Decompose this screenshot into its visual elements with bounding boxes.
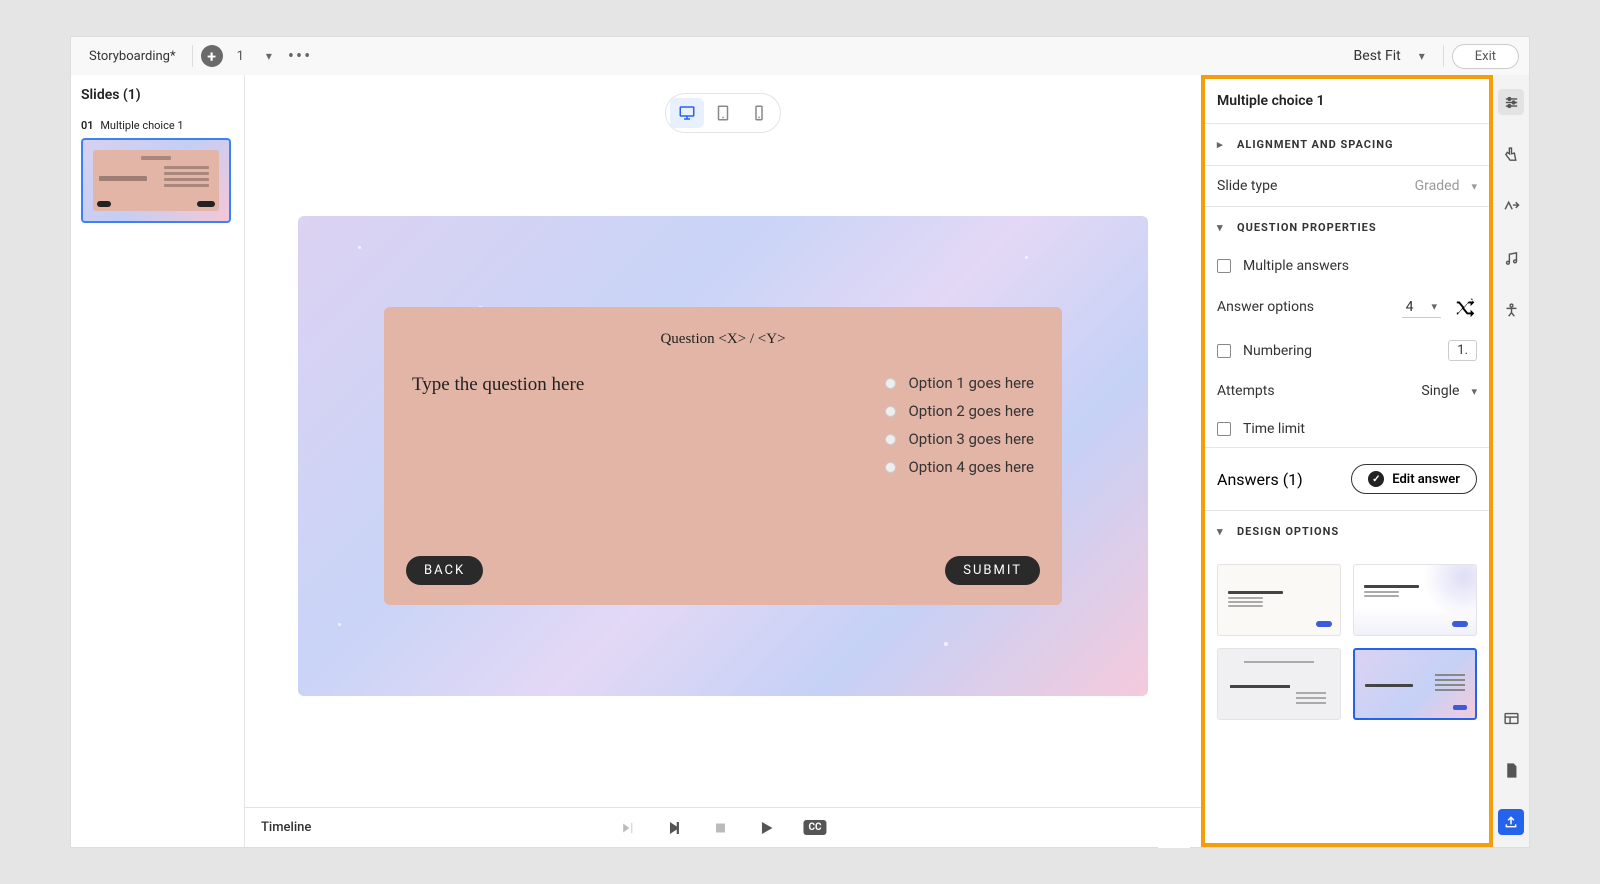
zoom-value: Best Fit	[1354, 48, 1401, 64]
question-card[interactable]: Question <X> / <Y> Type the question her…	[384, 307, 1062, 605]
slide-canvas[interactable]: Question <X> / <Y> Type the question her…	[298, 216, 1148, 696]
divider	[192, 45, 193, 67]
play-button[interactable]	[757, 819, 775, 837]
stop-button[interactable]	[711, 819, 729, 837]
back-button[interactable]: BACK	[406, 556, 483, 585]
multiple-answers-checkbox[interactable]	[1217, 259, 1231, 273]
props-title: Multiple choice 1	[1205, 79, 1489, 123]
design-options-header[interactable]: ▾ DESIGN OPTIONS	[1205, 511, 1489, 552]
play-pause-button[interactable]	[665, 819, 683, 837]
multiple-answers-label: Multiple answers	[1243, 258, 1349, 274]
desktop-preview-button[interactable]	[670, 98, 704, 128]
chevron-down-icon: ▾	[1431, 300, 1437, 313]
check-circle-icon: ✓	[1368, 471, 1384, 487]
layout-tab-icon[interactable]	[1498, 705, 1524, 731]
add-slide-button[interactable]: +	[201, 45, 223, 67]
submit-button[interactable]: SUBMIT	[945, 556, 1040, 585]
option-row[interactable]: Option 2 goes here	[885, 402, 1034, 420]
design-option-3[interactable]	[1217, 648, 1341, 720]
more-menu[interactable]: •••	[280, 46, 320, 67]
option-label: Option 4 goes here	[908, 458, 1034, 476]
option-row[interactable]: Option 3 goes here	[885, 430, 1034, 448]
alignment-section-header[interactable]: ▸ ALIGNMENT AND SPACING	[1205, 124, 1489, 165]
document-tab-icon[interactable]	[1498, 757, 1524, 783]
chevron-down-icon: ▾	[1419, 49, 1425, 63]
mobile-preview-button[interactable]	[742, 98, 776, 128]
interactions-tab-icon[interactable]	[1498, 141, 1524, 167]
option-row[interactable]: Option 4 goes here	[885, 458, 1034, 476]
option-label: Option 2 goes here	[908, 402, 1034, 420]
slides-header: Slides (1)	[81, 87, 234, 103]
attempts-label: Attempts	[1217, 383, 1275, 399]
edit-answer-button[interactable]: ✓ Edit answer	[1351, 464, 1477, 494]
design-option-4[interactable]	[1353, 648, 1477, 720]
slide-thumb-title: Multiple choice 1	[100, 119, 183, 132]
properties-tab-icon[interactable]	[1498, 89, 1524, 115]
edit-answer-label: Edit answer	[1392, 472, 1460, 487]
slides-panel: Slides (1) 01 Multiple choice 1	[71, 75, 245, 847]
answer-options-value: 4	[1406, 299, 1414, 315]
accessibility-tab-icon[interactable]	[1498, 297, 1524, 323]
radio-icon[interactable]	[885, 462, 896, 473]
answer-options-label: Answer options	[1217, 299, 1314, 315]
question-options: Option 1 goes here Option 2 goes here Op…	[885, 374, 1034, 476]
slide-type-label: Slide type	[1217, 178, 1277, 194]
design-option-1[interactable]	[1217, 564, 1341, 636]
divider	[1443, 45, 1444, 67]
project-name: Storyboarding*	[81, 49, 184, 64]
slide-thumb-num: 01	[81, 119, 94, 132]
zoom-select[interactable]: Best Fit ▾	[1344, 48, 1435, 64]
numbering-format[interactable]: 1.	[1448, 340, 1477, 361]
radio-icon[interactable]	[885, 406, 896, 417]
closed-captions-button[interactable]: CC	[803, 820, 826, 835]
numbering-checkbox[interactable]	[1217, 344, 1231, 358]
option-row[interactable]: Option 1 goes here	[885, 374, 1034, 392]
chevron-down-icon: ▾	[1471, 385, 1477, 398]
animations-tab-icon[interactable]	[1498, 193, 1524, 219]
design-option-2[interactable]	[1353, 564, 1477, 636]
page-number: 1	[223, 49, 258, 64]
numbering-label: Numbering	[1243, 343, 1312, 359]
answers-count-label: Answers (1)	[1217, 470, 1303, 489]
section-label: QUESTION PROPERTIES	[1237, 221, 1377, 234]
attempts-value: Single	[1421, 383, 1459, 399]
option-label: Option 1 goes here	[908, 374, 1034, 392]
exit-button[interactable]: Exit	[1452, 44, 1519, 69]
answer-options-select[interactable]: 4 ▾	[1402, 297, 1441, 318]
radio-icon[interactable]	[885, 378, 896, 389]
question-counter[interactable]: Question <X> / <Y>	[406, 331, 1040, 348]
section-label: ALIGNMENT AND SPACING	[1237, 138, 1393, 151]
chevron-down-icon: ▾	[1217, 525, 1227, 538]
chevron-down-icon: ▾	[1217, 221, 1227, 234]
slide-type-select[interactable]: Graded ▾	[1415, 178, 1477, 194]
radio-icon[interactable]	[885, 434, 896, 445]
chevron-right-icon: ▸	[1217, 138, 1227, 151]
question-props-header[interactable]: ▾ QUESTION PROPERTIES	[1205, 207, 1489, 248]
prev-frame-button[interactable]	[619, 819, 637, 837]
timeline-label: Timeline	[261, 820, 311, 835]
attempts-select[interactable]: Single ▾	[1421, 383, 1477, 399]
slide-type-value: Graded	[1415, 178, 1460, 194]
right-icon-rail	[1493, 75, 1529, 847]
tablet-preview-button[interactable]	[706, 98, 740, 128]
device-preview-toggle	[665, 93, 781, 133]
properties-panel: Multiple choice 1 ▸ ALIGNMENT AND SPACIN…	[1201, 75, 1493, 847]
chevron-down-icon: ▾	[1471, 180, 1477, 193]
option-label: Option 3 goes here	[908, 430, 1034, 448]
page-chevron[interactable]: ▾	[258, 49, 280, 63]
question-text[interactable]: Type the question here	[412, 374, 795, 476]
audio-tab-icon[interactable]	[1498, 245, 1524, 271]
slide-thumb-label: 01 Multiple choice 1	[81, 119, 234, 132]
time-limit-label: Time limit	[1243, 421, 1305, 437]
share-button[interactable]	[1498, 809, 1524, 835]
section-label: DESIGN OPTIONS	[1237, 525, 1339, 538]
time-limit-checkbox[interactable]	[1217, 422, 1231, 436]
shuffle-icon[interactable]	[1455, 296, 1477, 318]
slide-thumbnail[interactable]	[81, 138, 231, 223]
